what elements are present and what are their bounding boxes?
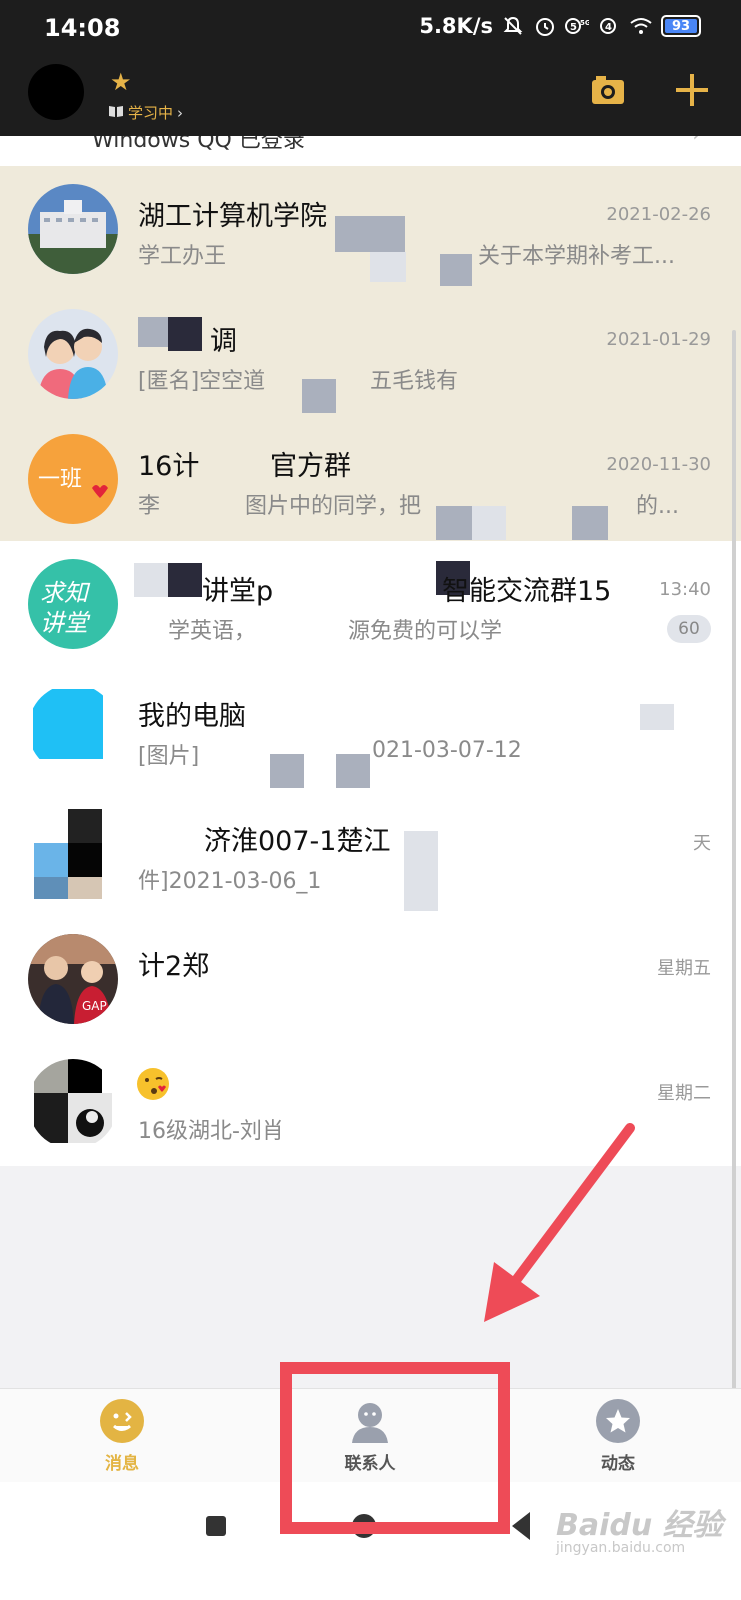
tab-messages[interactable]: 消息 xyxy=(62,1399,182,1479)
svg-text:一班: 一班 xyxy=(38,467,82,492)
status-bar: 14:08 5.8K/s 5 5G 4 93 xyxy=(0,0,741,58)
chat-time: 13:40 xyxy=(659,579,711,600)
person-icon xyxy=(348,1399,392,1443)
pc-login-text: Windows QQ 已登录 xyxy=(92,136,305,153)
chat-avatar xyxy=(28,684,118,774)
online-status[interactable]: 学习中 › xyxy=(108,102,183,123)
tab-moments[interactable]: 动态 xyxy=(558,1399,678,1479)
chat-time: 天 xyxy=(693,833,711,854)
camera-icon xyxy=(592,76,624,104)
mute-bell-icon xyxy=(501,14,525,38)
user-avatar[interactable] xyxy=(28,64,84,120)
watermark-url: jingyan.baidu.com xyxy=(556,1540,686,1556)
svg-text:讲堂: 讲堂 xyxy=(40,609,91,637)
chat-preview-mid: 图片中的同学，把 xyxy=(245,494,422,519)
chevron-right-icon: › xyxy=(177,103,184,122)
watermark: Baidu 经验 xyxy=(556,1508,723,1543)
chat-name-tail: 智能交流群15 xyxy=(442,576,612,607)
status-icons: 5.8K/s 5 5G 4 93 xyxy=(419,14,701,38)
chat-preview-tail: 的... xyxy=(636,494,679,519)
chat-item[interactable]: 济淮007-1楚江 天 件]2021-03-06_1 xyxy=(0,791,741,916)
chat-preview: [匿名]空空道 xyxy=(138,369,266,394)
svg-text:4: 4 xyxy=(605,22,612,33)
chat-item[interactable]: 我的电脑 [图片] 021-03-07-12 xyxy=(0,666,741,791)
chat-preview-tail: 五毛钱有 xyxy=(370,369,459,394)
status-time: 14:08 xyxy=(44,14,121,42)
star-circle-icon xyxy=(596,1399,640,1443)
chat-avatar xyxy=(28,309,118,399)
4g-signal-icon: 4 xyxy=(597,14,621,38)
battery-icon: 93 xyxy=(661,15,701,37)
chat-preview: [图片] xyxy=(138,744,200,769)
chat-name: 计2郑 xyxy=(138,951,210,982)
scrollbar[interactable] xyxy=(732,330,736,1390)
chat-name: 济淮007-1楚江 xyxy=(204,826,391,857)
chat-item[interactable]: 一班 16计 官方群 2020-11-30 李 图片中的同学，把 的... xyxy=(0,416,741,541)
svg-text:5G: 5G xyxy=(580,19,589,27)
chat-preview: 李 xyxy=(138,494,161,519)
recent-apps-icon[interactable] xyxy=(206,1516,226,1536)
tab-label: 联系人 xyxy=(344,1454,396,1474)
chat-avatar xyxy=(28,1059,118,1149)
chat-time: 星期二 xyxy=(657,1083,711,1104)
message-smile-icon xyxy=(100,1399,144,1443)
chat-preview: 件]2021-03-06_1 xyxy=(138,869,322,894)
chat-name: 讲堂p xyxy=(202,576,274,607)
chat-time: 2021-02-26 xyxy=(606,204,711,225)
chat-preview-tail: 021-03-07-12 xyxy=(372,738,522,763)
camera-button[interactable] xyxy=(588,70,628,110)
chat-item[interactable]: 星期二 16级湖北-刘肖 xyxy=(0,1041,741,1166)
chat-preview: 学工办王 xyxy=(138,244,227,269)
tab-label: 消息 xyxy=(105,1454,139,1474)
chevron-right-icon: › xyxy=(692,136,701,147)
tab-contacts[interactable]: 联系人 xyxy=(310,1399,430,1479)
app-header: ★ 学习中 › xyxy=(0,58,741,136)
chat-preview-tail: 关于本学期补考工... xyxy=(478,244,675,269)
chat-avatar xyxy=(28,809,118,899)
chat-name: 我的电脑 xyxy=(138,701,246,732)
chat-name: 调 xyxy=(210,326,237,357)
bottom-nav: 消息 联系人 动态 xyxy=(0,1388,741,1482)
tab-label: 动态 xyxy=(601,1454,635,1474)
svg-text:求知: 求知 xyxy=(40,579,91,607)
alarm-icon xyxy=(533,14,557,38)
chat-time: 星期五 xyxy=(657,958,711,979)
chat-time: 2021-01-29 xyxy=(606,329,711,350)
chat-time: 2020-11-30 xyxy=(606,454,711,475)
chat-avatar xyxy=(28,184,118,274)
chat-avatar: GAP xyxy=(28,934,118,1024)
kiss-emoji-icon xyxy=(136,1067,170,1105)
chat-name-tail: 官方群 xyxy=(270,451,351,482)
back-icon[interactable] xyxy=(512,1512,530,1540)
plus-icon xyxy=(676,74,708,106)
5g-signal-icon: 5 5G xyxy=(565,14,589,38)
chat-list[interactable]: Windows QQ 已登录 › 湖工计算机学院 2021-02-26 学工办王… xyxy=(0,136,741,1188)
chat-avatar: 求知 讲堂 xyxy=(28,559,118,649)
chat-preview: 16级湖北-刘肖 xyxy=(138,1119,284,1144)
chat-item[interactable]: 湖工计算机学院 2021-02-26 学工办王 关于本学期补考工... xyxy=(0,166,741,291)
status-label: 学习中 xyxy=(128,104,174,122)
chat-avatar: 一班 xyxy=(28,434,118,524)
svg-text:GAP: GAP xyxy=(82,999,107,1013)
chat-item[interactable]: 求知 讲堂 讲堂p 智能交流群15 13:40 学英语， 源免费的可以学 60 xyxy=(0,541,741,666)
svg-text:5: 5 xyxy=(570,22,577,33)
pc-login-row[interactable]: Windows QQ 已登录 › xyxy=(0,136,741,166)
add-button[interactable] xyxy=(672,70,712,110)
chat-preview: 学英语， xyxy=(168,619,257,644)
chat-item[interactable]: GAP 计2郑 星期五 xyxy=(0,916,741,1041)
vip-star-icon: ★ xyxy=(110,68,132,96)
book-icon xyxy=(108,104,124,122)
chat-name: 湖工计算机学院 xyxy=(138,201,327,232)
unread-badge: 60 xyxy=(667,615,711,643)
chat-preview-tail: 源免费的可以学 xyxy=(348,619,503,644)
chat-item[interactable]: 调 2021-01-29 [匿名]空空道 五毛钱有 xyxy=(0,291,741,416)
wifi-icon xyxy=(629,14,653,38)
home-icon[interactable] xyxy=(352,1514,376,1538)
chat-name: 16计 xyxy=(138,451,200,482)
network-speed: 5.8K/s xyxy=(419,14,493,38)
